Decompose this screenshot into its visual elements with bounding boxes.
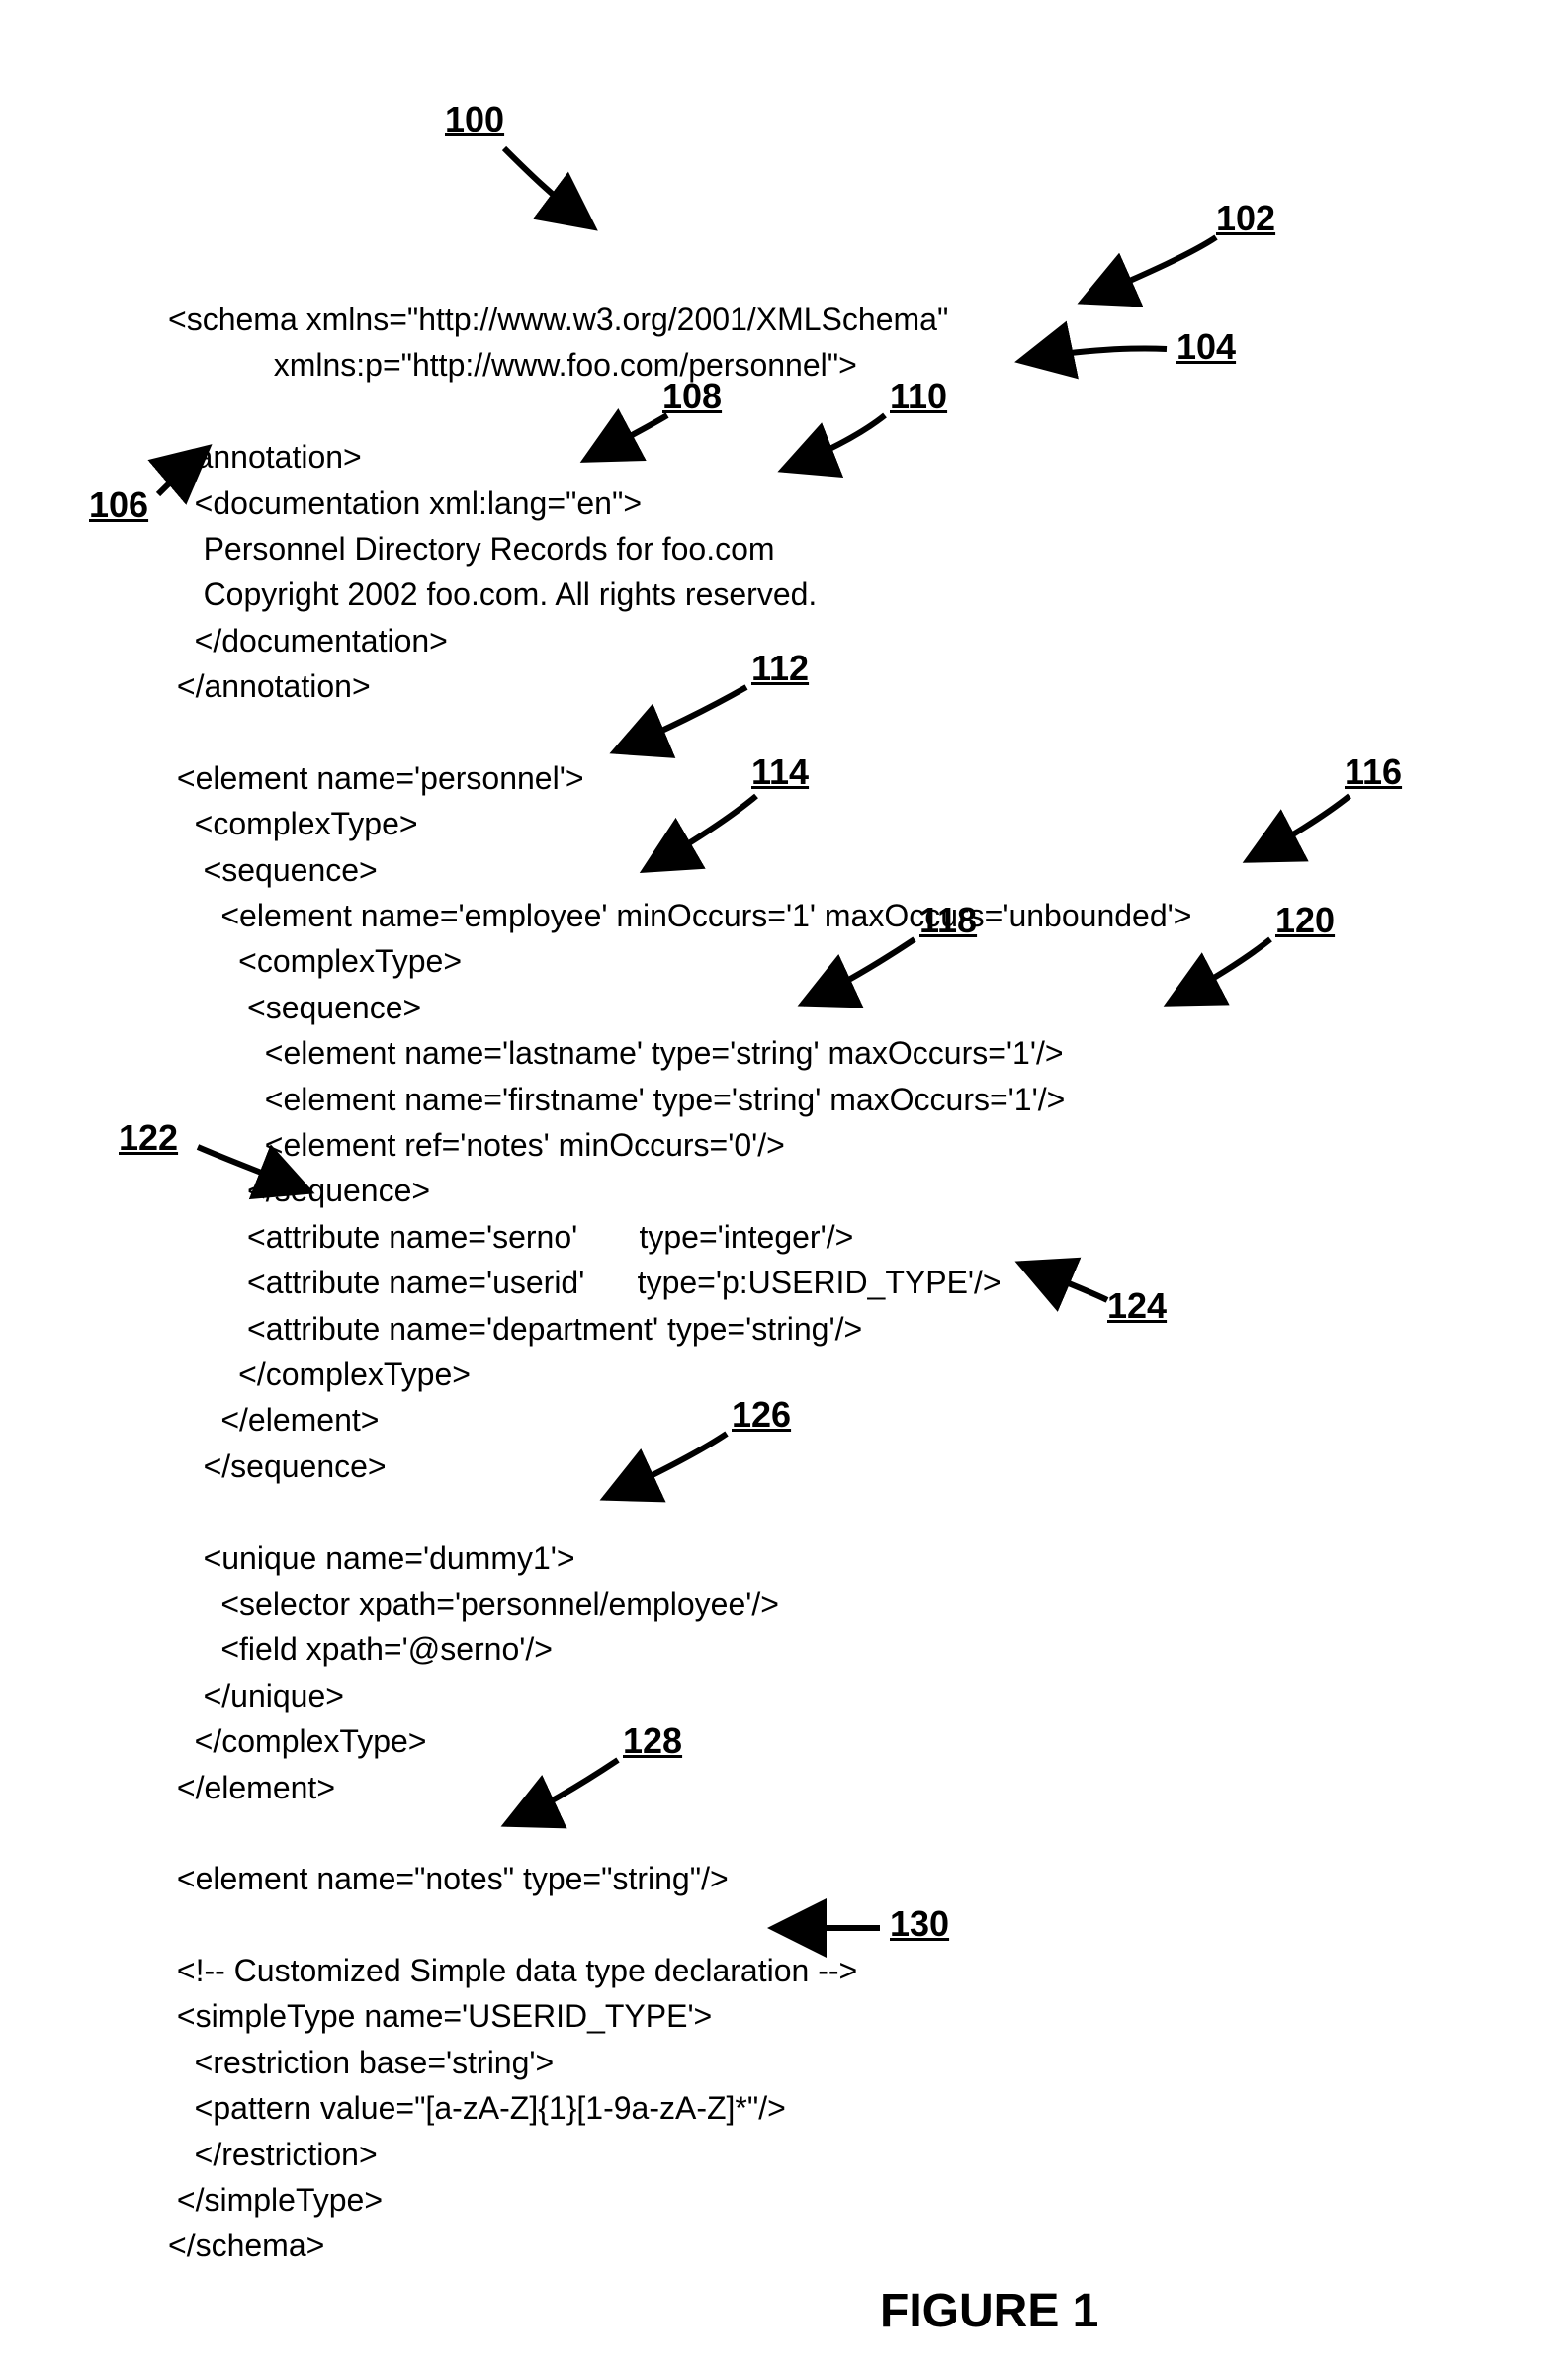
- code-line: <complexType>: [168, 943, 462, 979]
- code-line: Copyright 2002 foo.com. All rights reser…: [168, 576, 817, 612]
- code-line: <unique name='dummy1'>: [168, 1540, 575, 1576]
- code-line: <simpleType name='USERID_TYPE'>: [168, 1998, 712, 2034]
- figure-caption: FIGURE 1: [880, 2284, 1098, 2338]
- code-line: <!-- Customized Simple data type declara…: [168, 1953, 857, 1988]
- code-line: <element name='personnel'>: [168, 760, 584, 796]
- ref-106: 106: [89, 484, 148, 526]
- code-line: </sequence>: [168, 1173, 430, 1208]
- code-line: </simpleType>: [168, 2182, 383, 2218]
- arrow-100: [484, 138, 623, 252]
- code-line: <schema xmlns="http://www.w3.org/2001/XM…: [168, 302, 948, 337]
- code-line: </annotation>: [168, 668, 371, 704]
- ref-100: 100: [445, 99, 504, 140]
- code-line: </sequence>: [168, 1448, 387, 1484]
- code-line: xmlns:p="http://www.foo.com/personnel">: [168, 347, 857, 383]
- code-line: <attribute name='userid' type='p:USERID_…: [168, 1265, 1002, 1300]
- xml-schema-code: <schema xmlns="http://www.w3.org/2001/XM…: [168, 297, 1191, 2269]
- code-line: </unique>: [168, 1678, 344, 1713]
- code-line: </schema>: [168, 2228, 324, 2263]
- code-line: <sequence>: [168, 990, 421, 1025]
- code-line: <attribute name='serno' type='integer'/>: [168, 1219, 853, 1255]
- code-line: <element ref='notes' minOccurs='0'/>: [168, 1127, 785, 1163]
- code-line: <pattern value="[a-zA-Z]{1}[1-9a-zA-Z]*"…: [168, 2090, 786, 2126]
- code-line: <annotation>: [168, 439, 362, 475]
- code-line: </element>: [168, 1402, 379, 1438]
- code-line: <element name="notes" type="string"/>: [168, 1861, 729, 1896]
- code-line: </restriction>: [168, 2137, 378, 2172]
- code-line: <restriction base='string'>: [168, 2045, 554, 2080]
- code-line: <element name='firstname' type='string' …: [168, 1082, 1065, 1117]
- code-line: <documentation xml:lang="en">: [168, 485, 642, 521]
- code-line: <field xpath='@serno'/>: [168, 1631, 553, 1667]
- code-line: </element>: [168, 1770, 335, 1805]
- code-line: <sequence>: [168, 852, 378, 888]
- ref-102: 102: [1216, 198, 1275, 239]
- figure-canvas: 100 102 104 106 108 110 112 114 116 118 …: [59, 40, 1509, 2327]
- code-line: </complexType>: [168, 1357, 471, 1392]
- code-line: </complexType>: [168, 1723, 426, 1759]
- ref-116: 116: [1345, 751, 1402, 793]
- code-line: <attribute name='department' type='strin…: [168, 1311, 862, 1347]
- code-line: <element name='employee' minOccurs='1' m…: [168, 898, 1191, 933]
- arrow-116: [1236, 786, 1364, 880]
- code-line: </documentation>: [168, 623, 448, 658]
- code-line: <complexType>: [168, 806, 418, 841]
- code-line: <selector xpath='personnel/employee'/>: [168, 1586, 779, 1622]
- ref-120: 120: [1275, 900, 1335, 941]
- code-line: Personnel Directory Records for foo.com: [168, 531, 775, 567]
- code-line: <element name='lastname' type='string' m…: [168, 1035, 1064, 1071]
